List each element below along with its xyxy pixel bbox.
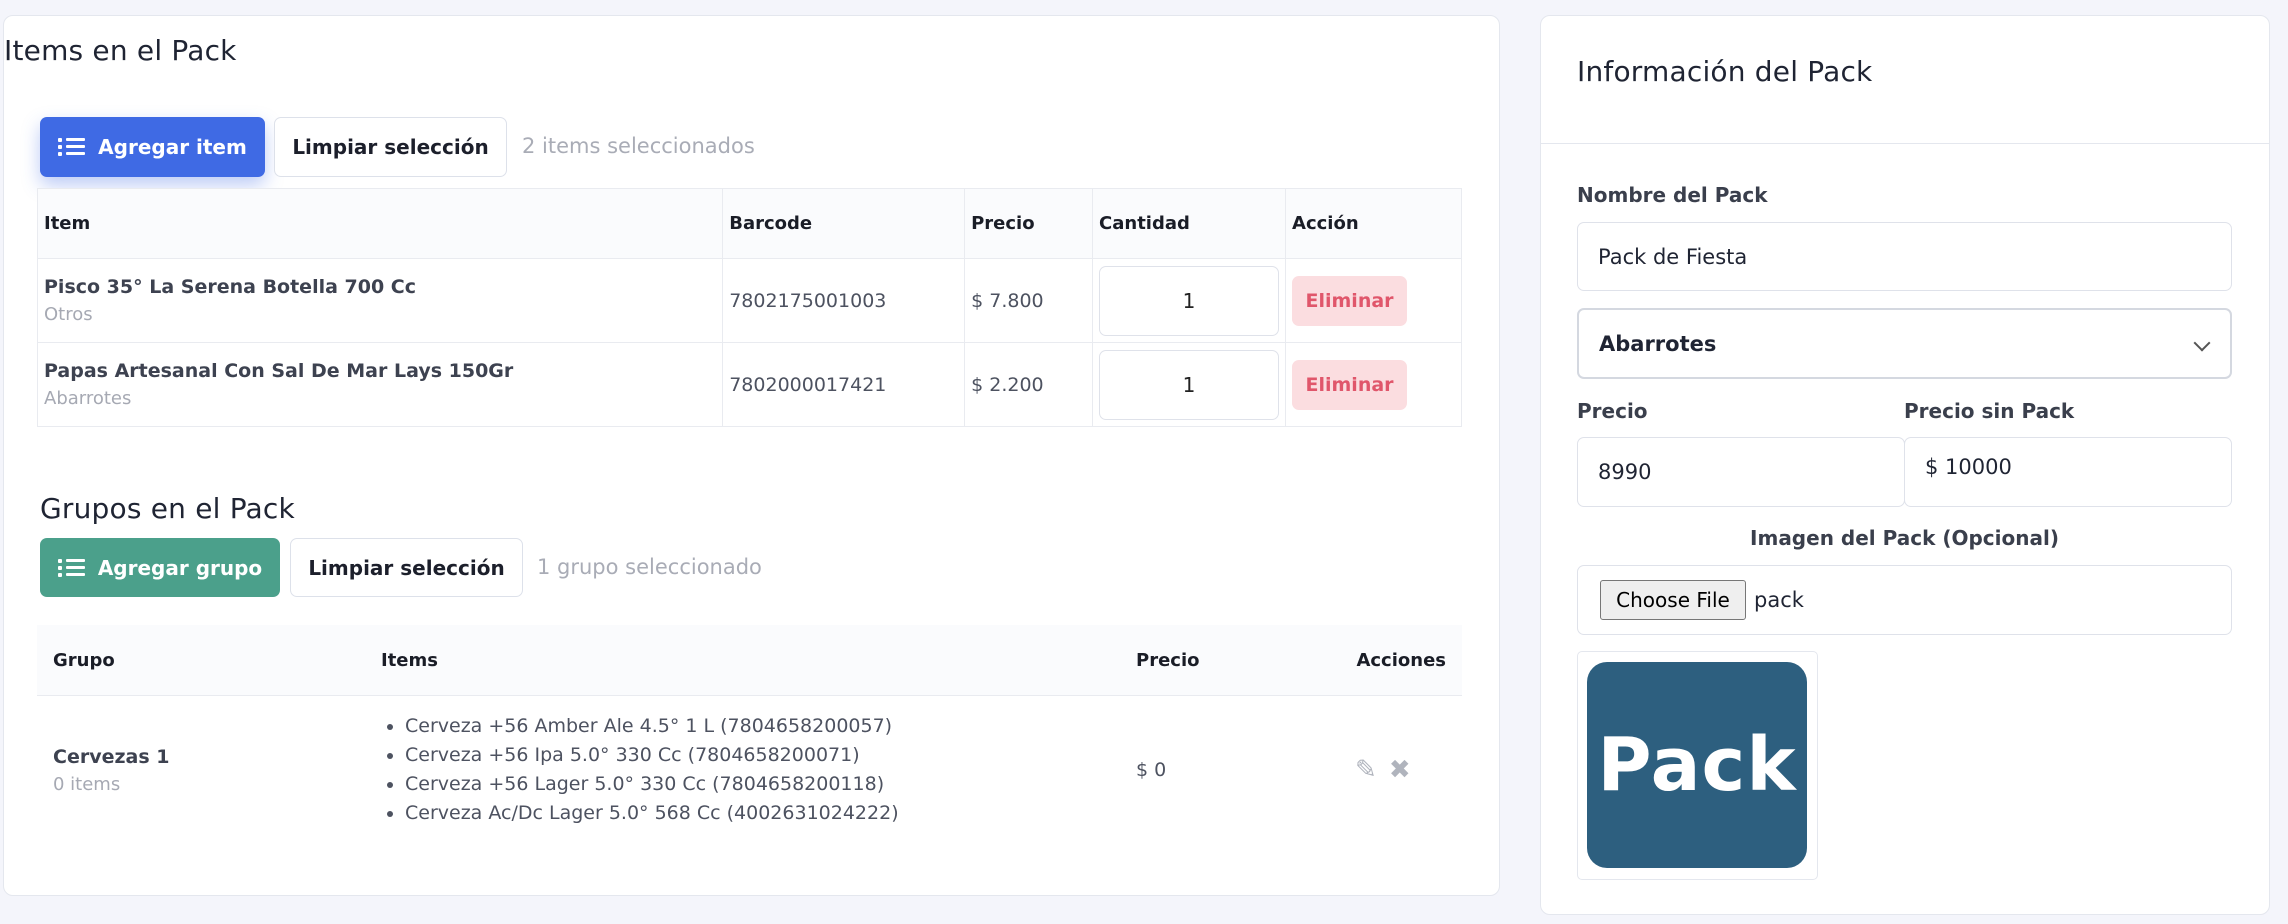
quantity-input[interactable]: 1	[1099, 349, 1280, 420]
price-input[interactable]: 8990	[1577, 437, 1905, 507]
add-item-button[interactable]: Agregar item	[40, 117, 265, 177]
pack-name-input[interactable]: Pack de Fiesta	[1577, 222, 2232, 291]
list-item: Cerveza +56 Ipa 5.0° 330 Cc (78046582000…	[405, 741, 1134, 770]
item-category: Otros	[44, 304, 93, 325]
groups-table: Grupo Items Precio Acciones Cervezas 1 0…	[37, 625, 1462, 844]
category-select[interactable]: Abarrotes	[1577, 308, 2232, 379]
add-group-label: Agregar grupo	[97, 555, 263, 580]
col-quantity: Cantidad	[1092, 188, 1287, 259]
col-group-price: Precio	[1135, 625, 1325, 696]
add-group-button[interactable]: Agregar grupo	[40, 538, 280, 597]
quantity-input[interactable]: 1	[1099, 265, 1280, 336]
category-selected-value: Abarrotes	[1599, 331, 1717, 356]
group-count: 0 items	[53, 773, 121, 795]
clear-items-button[interactable]: Limpiar selección	[274, 117, 507, 177]
choose-file-button[interactable]: Choose File	[1600, 580, 1746, 620]
close-icon[interactable]: ✖	[1389, 755, 1411, 785]
list-icon	[58, 136, 86, 158]
file-name: pack	[1754, 588, 1804, 612]
price-without-pack-input[interactable]: $ 10000	[1904, 437, 2232, 507]
group-items-list: Cerveza +56 Amber Ale 4.5° 1 L (78046582…	[381, 712, 1134, 828]
edit-icon[interactable]: ✎	[1355, 755, 1377, 785]
list-item: Cerveza +56 Lager 5.0° 330 Cc (780465820…	[405, 770, 1134, 799]
pack-name-label: Nombre del Pack	[1577, 183, 1768, 207]
item-barcode: 7802000017421	[722, 342, 966, 427]
col-price: Precio	[964, 188, 1094, 259]
table-row: Cervezas 1 0 items Cerveza +56 Amber Ale…	[37, 696, 1462, 845]
price-without-pack-label: Precio sin Pack	[1904, 399, 2075, 423]
add-item-label: Agregar item	[98, 135, 247, 159]
table-row: Papas Artesanal Con Sal De Mar Lays 150G…	[36, 342, 1462, 427]
group-name: Cervezas 1	[53, 745, 170, 768]
pack-image: Pack	[1587, 662, 1807, 868]
items-section-title: Items en el Pack	[4, 34, 237, 67]
pack-image-preview: Pack	[1577, 651, 1818, 880]
item-price: $ 7.800	[964, 258, 1094, 343]
list-item: Cerveza Ac/Dc Lager 5.0° 568 Cc (4002631…	[405, 799, 1134, 828]
clear-groups-button[interactable]: Limpiar selección	[290, 538, 523, 597]
groups-table-header: Grupo Items Precio Acciones	[37, 625, 1462, 696]
list-icon	[57, 557, 86, 579]
item-price: $ 2.200	[964, 342, 1094, 427]
list-item: Cerveza +56 Amber Ale 4.5° 1 L (78046582…	[405, 712, 1134, 741]
divider	[1541, 143, 2269, 144]
pack-info-title: Información del Pack	[1577, 55, 1873, 88]
file-input[interactable]: Choose File pack	[1577, 565, 2232, 635]
col-barcode: Barcode	[722, 188, 966, 259]
image-label: Imagen del Pack (Opcional)	[1750, 526, 2059, 550]
col-group: Grupo	[37, 625, 380, 696]
delete-item-button[interactable]: Eliminar	[1292, 275, 1408, 326]
groups-section-title: Grupos en el Pack	[40, 492, 295, 525]
item-name: Papas Artesanal Con Sal De Mar Lays 150G…	[44, 360, 514, 382]
groups-selected-count: 1 grupo seleccionado	[537, 555, 762, 579]
item-barcode: 7802175001003	[722, 258, 966, 343]
delete-item-button[interactable]: Eliminar	[1292, 359, 1408, 410]
items-table-header: Item Barcode Precio Cantidad Acción	[36, 188, 1462, 259]
price-label: Precio	[1577, 399, 1648, 423]
items-table: Item Barcode Precio Cantidad Acción Pisc…	[36, 188, 1462, 427]
table-row: Pisco 35° La Serena Botella 700 Cc Otros…	[36, 258, 1462, 343]
col-items: Items	[380, 625, 1135, 696]
col-actions: Acciones	[1325, 625, 1462, 696]
col-item: Item	[36, 188, 724, 259]
group-price: $ 0	[1136, 759, 1167, 781]
col-action: Acción	[1285, 188, 1462, 259]
chevron-down-icon	[2193, 334, 2211, 352]
item-name: Pisco 35° La Serena Botella 700 Cc	[44, 276, 417, 298]
item-category: Abarrotes	[44, 388, 132, 409]
items-selected-count: 2 items seleccionados	[522, 134, 755, 158]
